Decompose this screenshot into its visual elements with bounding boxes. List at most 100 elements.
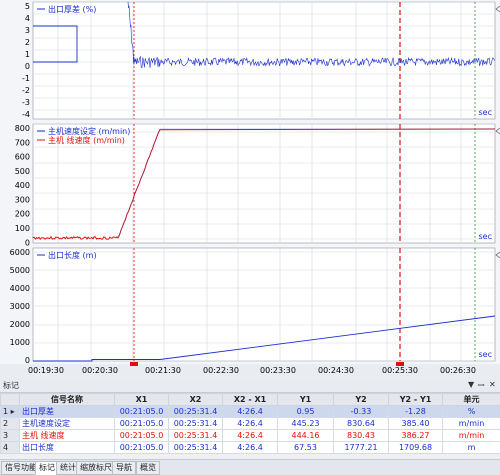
row-x2: 00:25:31.4 [169, 430, 223, 442]
x-tick-label: 00:19:30 [28, 366, 64, 375]
x-tick-label: 00:24:30 [318, 366, 354, 375]
table-row[interactable]: 1 ▸出口厚差00:21:05.000:25:31.44:26.40.95-0.… [1, 406, 500, 418]
row-y1: 67.53 [278, 442, 334, 454]
row-y1: 0.95 [278, 406, 334, 418]
marker-panel-title: 标记 [3, 380, 19, 391]
row-y1: 445.23 [278, 418, 334, 430]
y-tick-label: -4 [22, 110, 30, 119]
y-tick-label: 300 [15, 195, 30, 204]
header-dy[interactable]: Y2 - Y1 [389, 394, 443, 406]
header-signal-name[interactable]: 信号名称 [20, 394, 115, 406]
sec-unit-label: sec [479, 108, 493, 117]
row-dx: 4:26.4 [223, 418, 278, 430]
y-tick-label: 200 [15, 210, 30, 219]
y-tick-label: 5 [25, 2, 30, 11]
y-tick-label: 100 [15, 224, 30, 233]
table-row[interactable]: 3主机 线速度00:21:05.000:25:31.44:26.4444.168… [1, 430, 500, 442]
y-tick-label: 1000 [10, 338, 30, 347]
plot-area-0[interactable] [33, 2, 495, 119]
row-dy: 386.27 [389, 430, 443, 442]
x-axis-bar [0, 364, 500, 379]
header-unit[interactable]: 单元 [443, 394, 500, 406]
legend-label: 出口厚差 (%) [48, 4, 96, 14]
legend-label: 主机速度设定 (m/min) [48, 126, 130, 136]
row-index[interactable]: 4 [1, 442, 20, 454]
row-signal-name: 出口厚差 [20, 406, 115, 418]
header-dx[interactable]: X2 - X1 [223, 394, 278, 406]
table-row[interactable]: 4出口长度00:21:05.000:25:31.44:26.467.531777… [1, 442, 500, 454]
y-tick-label: 0 [25, 62, 30, 71]
table-row[interactable]: 2主机速度设定00:21:05.000:25:31.44:26.4445.238… [1, 418, 500, 430]
y-tick-label: 0 [25, 356, 30, 365]
y-tick-label: 1 [25, 50, 30, 59]
y-tick-label: 800 [15, 124, 30, 133]
header-x2[interactable]: X2 [169, 394, 223, 406]
row-x2: 00:25:31.4 [169, 406, 223, 418]
row-dy: 1709.68 [389, 442, 443, 454]
row-dx: 4:26.4 [223, 430, 278, 442]
y-tick-label: 3000 [10, 302, 30, 311]
y-tick-label: 6000 [10, 248, 30, 257]
row-signal-name: 出口长度 [20, 442, 115, 454]
y-tick-label: 4 [25, 14, 30, 23]
tab-5[interactable]: 概览 [136, 461, 160, 475]
row-index[interactable]: 1 ▸ [1, 406, 20, 418]
x-tick-label: 00:22:30 [203, 366, 239, 375]
close-icon[interactable]: ✕ [489, 380, 496, 389]
y-tick-label: 2 [25, 38, 30, 47]
y-tick-label: 3 [25, 26, 30, 35]
row-x1: 00:21:05.0 [115, 442, 169, 454]
row-dx: 4:26.4 [223, 442, 278, 454]
x-tick-label: 00:23:30 [260, 366, 296, 375]
sec-unit-label: sec [479, 232, 493, 241]
y-tick-label: 5000 [10, 266, 30, 275]
y-tick-label: 4000 [10, 284, 30, 293]
y-tick-label: -1 [22, 74, 30, 83]
y-tick-label: 2000 [10, 320, 30, 329]
row-y2: 1777.21 [334, 442, 389, 454]
marker-panel-titlebar: 标记 ▼ ꟷ ✕ [0, 379, 500, 393]
y-tick-label: 600 [15, 153, 30, 162]
bottom-tab-bar: 信号功能标记统计缩放标尺导航概览 [0, 459, 500, 475]
row-unit: % [443, 406, 500, 418]
x-tick-label: 00:20:30 [82, 366, 118, 375]
row-y2: 830.64 [334, 418, 389, 430]
y-tick-label: 400 [15, 181, 30, 190]
oscilloscope-view: 543210-1-2-3-4sec出口厚差 (%)800700600500400… [0, 0, 500, 379]
y-tick-label: 0 [25, 238, 30, 247]
legend-label: 主机 线速度 (m/min) [48, 135, 125, 145]
header-y1[interactable]: Y1 [278, 394, 334, 406]
legend-label: 出口长度 (m) [48, 250, 97, 260]
row-y2: -0.33 [334, 406, 389, 418]
row-signal-name: 主机速度设定 [20, 418, 115, 430]
pin-icon[interactable]: ▼ [468, 380, 474, 389]
row-x1: 00:21:05.0 [115, 406, 169, 418]
row-unit: m/min [443, 430, 500, 442]
plot-area-2[interactable] [33, 248, 495, 361]
marker-table-header: 信号名称 X1 X2 X2 - X1 Y1 Y2 Y2 - Y1 单元 [1, 394, 500, 406]
y-tick-label: 500 [15, 167, 30, 176]
header-corner [1, 394, 20, 406]
marker-panel: 标记 ▼ ꟷ ✕ 信号名称 X1 X2 X2 - X1 Y1 Y2 Y2 - Y… [0, 379, 500, 474]
row-index[interactable]: 2 [1, 418, 20, 430]
cursor-x2-handle[interactable] [396, 362, 404, 366]
tab-4[interactable]: 导航 [112, 461, 136, 475]
row-dx: 4:26.4 [223, 406, 278, 418]
row-x1: 00:21:05.0 [115, 430, 169, 442]
row-dy: 385.40 [389, 418, 443, 430]
row-dy: -1.28 [389, 406, 443, 418]
x-tick-label: 00:25:30 [382, 366, 418, 375]
tab-3[interactable]: 缩放标尺 [76, 461, 116, 475]
y-tick-label: -2 [22, 86, 30, 95]
pin-icon-2[interactable]: ꟷ [478, 380, 485, 391]
row-x2: 00:25:31.4 [169, 418, 223, 430]
header-y2[interactable]: Y2 [334, 394, 389, 406]
row-unit: m [443, 442, 500, 454]
cursor-x1-handle[interactable] [130, 362, 138, 366]
x-tick-label: 00:26:30 [440, 366, 476, 375]
marker-table: 信号名称 X1 X2 X2 - X1 Y1 Y2 Y2 - Y1 单元 1 ▸出… [0, 393, 500, 454]
header-x1[interactable]: X1 [115, 394, 169, 406]
x-tick-label: 00:21:30 [145, 366, 181, 375]
row-y2: 830.43 [334, 430, 389, 442]
row-index[interactable]: 3 [1, 430, 20, 442]
